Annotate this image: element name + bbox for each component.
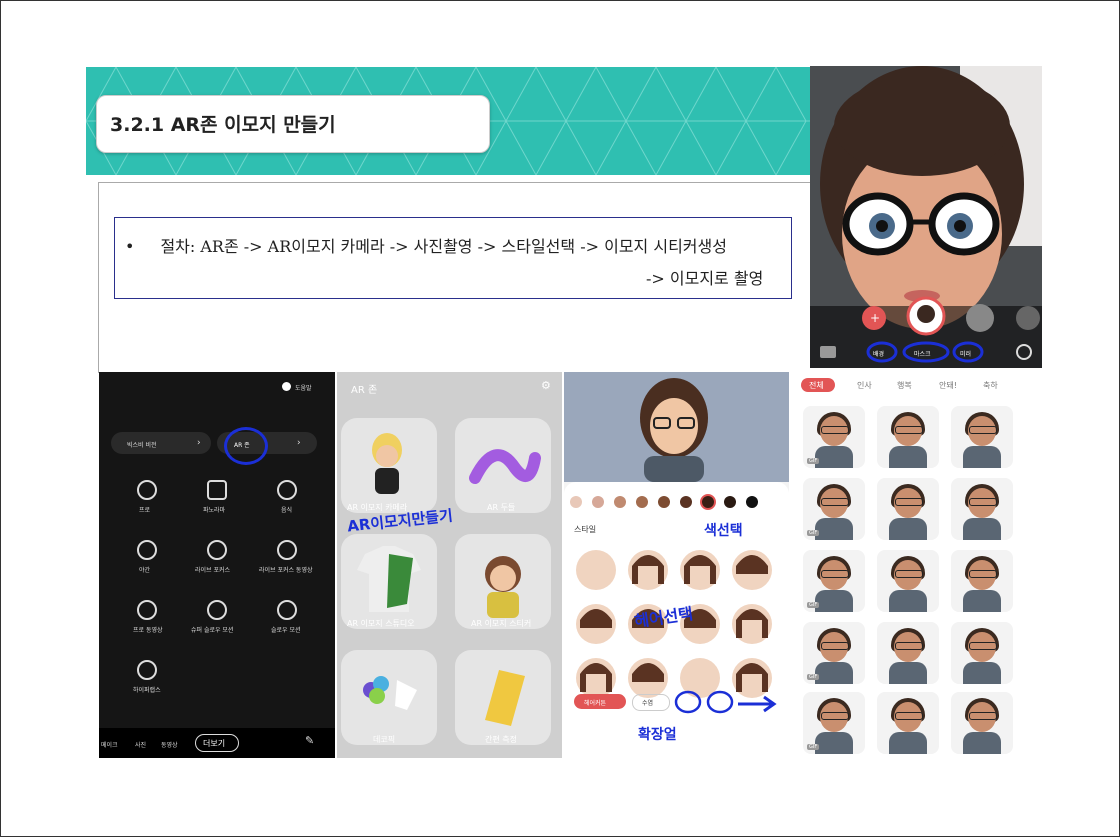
mode-night[interactable]: 야간 — [139, 565, 150, 574]
style-select-screenshot: 스타일 색선택 헤어선택 헤어커튼 수염 확장얼 — [564, 372, 789, 758]
pencil-icon[interactable]: ✎ — [305, 734, 314, 747]
sticker-12[interactable] — [951, 622, 1013, 684]
handwritten-circle — [224, 427, 268, 465]
procedure-line-2: -> 이모지로 촬영 — [646, 269, 764, 288]
hyperlapse-icon[interactable] — [137, 660, 157, 680]
avatar-preview-illustration — [640, 378, 708, 482]
sticker-15[interactable] — [951, 692, 1013, 754]
help-icon[interactable] — [282, 382, 291, 391]
live-focus-video-icon[interactable] — [277, 540, 297, 560]
mode-live-focus[interactable]: 라이브 포커스 — [195, 565, 230, 574]
pro-icon[interactable] — [137, 480, 157, 500]
bottom-mode-make[interactable]: 메이크 — [101, 740, 118, 749]
tab-happy[interactable]: 행복 — [897, 380, 912, 391]
sticker-14[interactable] — [877, 692, 939, 754]
sticker-10[interactable]: GIF — [803, 622, 865, 684]
tile-label-ar-emoji-sticker: AR 이모지 스티커 — [471, 619, 532, 628]
sticker-3[interactable] — [951, 406, 1013, 468]
avatar-illustration: + — [810, 66, 1042, 368]
procedure-line-1: • 절차: AR존 -> AR이모지 카메라 -> 사진촬영 -> 스타일선택 -… — [125, 233, 727, 257]
tab-hair-curtain-label: 헤어커튼 — [584, 700, 607, 707]
sticker-9[interactable] — [951, 550, 1013, 612]
sticker-5[interactable] — [877, 478, 939, 540]
super-slow-icon[interactable] — [207, 600, 227, 620]
ar-emoji-camera-illustration — [372, 433, 402, 494]
sticker-11[interactable] — [877, 622, 939, 684]
chevron-right-icon: › — [197, 438, 201, 448]
mode-pro[interactable]: 프로 — [139, 505, 150, 514]
night-icon[interactable] — [137, 540, 157, 560]
mode-live-focus-video[interactable]: 라이브 포커스 동영상 — [259, 565, 313, 574]
girl-avatar-illustration — [485, 556, 521, 618]
mode-super-slow[interactable]: 슈퍼 슬로우 모션 — [191, 625, 233, 634]
ar-doodle-tile[interactable] — [455, 418, 551, 513]
tile-label-ar-doodle: AR 두들 — [487, 503, 516, 512]
mode-food[interactable]: 음식 — [281, 505, 292, 514]
sticker-13[interactable]: GIF — [803, 692, 865, 754]
ar-zone-title: AR 존 — [351, 385, 378, 396]
bixby-vision-label: 빅스비 비전 — [127, 442, 157, 449]
deco-pic-tile[interactable] — [341, 650, 437, 745]
ar-emoji-sticker-tile[interactable] — [455, 534, 551, 629]
mode-label-mirror[interactable]: 미러 — [960, 349, 971, 358]
bottom-mode-photo[interactable]: 사진 — [135, 740, 146, 749]
slide-title: 3.2.1 AR존 이모지 만들기 — [110, 114, 336, 136]
mode-label-background[interactable]: 배경 — [873, 349, 884, 358]
tape-measure-illustration — [485, 670, 525, 726]
more-label: 더보기 — [203, 739, 226, 748]
ar-zone-screenshot: AR 존 ⚙ AR 이모지 카메라 AR 두들 AR 이모지 스튜디오 AR 이… — [337, 372, 562, 758]
bullet: • — [125, 237, 135, 256]
mode-slow-motion[interactable]: 슬로우 모션 — [271, 625, 301, 634]
color-swatches[interactable] — [564, 492, 789, 512]
ar-emoji-camera-tile[interactable] — [341, 418, 437, 513]
tile-label-ar-emoji-studio: AR 이모지 스튜디오 — [347, 619, 415, 628]
avatar-preview — [564, 372, 789, 482]
camera-more-menu-screenshot: 도움말 빅스비 비전 › AR 존 › 프로 파노라마 음식 야간 라이브 포커… — [99, 372, 335, 758]
doodle-illustration — [469, 449, 541, 484]
tile-label-deco-pic: 데코픽 — [373, 735, 396, 744]
mode-panorama[interactable]: 파노라마 — [203, 505, 225, 514]
sticker-1[interactable]: GIF — [803, 406, 865, 468]
sticker-7[interactable]: GIF — [803, 550, 865, 612]
bottom-mode-video[interactable]: 동영상 — [161, 740, 178, 749]
shirt-illustration — [357, 546, 421, 612]
tab-all-label: 전체 — [809, 381, 824, 390]
mode-hyperlapse[interactable]: 하이퍼랩스 — [133, 685, 161, 694]
tile-label-quick-measure: 간편 측정 — [485, 735, 517, 744]
svg-text:+: + — [870, 311, 880, 325]
help-label[interactable]: 도움말 — [295, 383, 312, 392]
sticker-8[interactable] — [877, 550, 939, 612]
live-focus-icon[interactable] — [207, 540, 227, 560]
chevron-right-icon: › — [297, 438, 301, 448]
food-icon[interactable] — [277, 480, 297, 500]
sticker-6[interactable] — [951, 478, 1013, 540]
tab-beard-label: 수염 — [642, 700, 654, 707]
deco-pic-illustration — [363, 676, 417, 710]
tab-greeting[interactable]: 인사 — [857, 380, 872, 391]
bixby-vision-button[interactable] — [111, 432, 211, 454]
handwritten-note-color: 색선택 — [704, 523, 743, 539]
ar-emoji-studio-tile[interactable] — [341, 534, 437, 629]
sticker-4[interactable]: GIF — [803, 478, 865, 540]
style-label: 스타일 — [574, 525, 597, 534]
gear-icon[interactable]: ⚙ — [541, 379, 551, 392]
slow-motion-icon[interactable] — [277, 600, 297, 620]
pro-video-icon[interactable] — [137, 600, 157, 620]
procedure-text: 절차: AR존 -> AR이모지 카메라 -> 사진촬영 -> 스타일선택 ->… — [160, 237, 727, 256]
handwritten-note-bottom: 확장얼 — [638, 727, 677, 743]
tab-congrats[interactable]: 축하 — [983, 380, 998, 391]
avatar-screenshot: + 배경 마스크 미러 — [810, 66, 1042, 368]
panorama-icon[interactable] — [207, 480, 227, 500]
quick-measure-tile[interactable] — [455, 650, 551, 745]
mode-pro-video[interactable]: 프로 동영상 — [133, 625, 163, 634]
sticker-grid-screenshot: 전체 인사 행복 안돼! 축하 GIF GIF GIF GIF GIF — [791, 372, 1028, 758]
mode-label-mask[interactable]: 마스크 — [914, 349, 931, 358]
handwritten-circles-arrow — [674, 690, 777, 714]
tab-no[interactable]: 안돼! — [939, 380, 957, 391]
sticker-2[interactable] — [877, 406, 939, 468]
